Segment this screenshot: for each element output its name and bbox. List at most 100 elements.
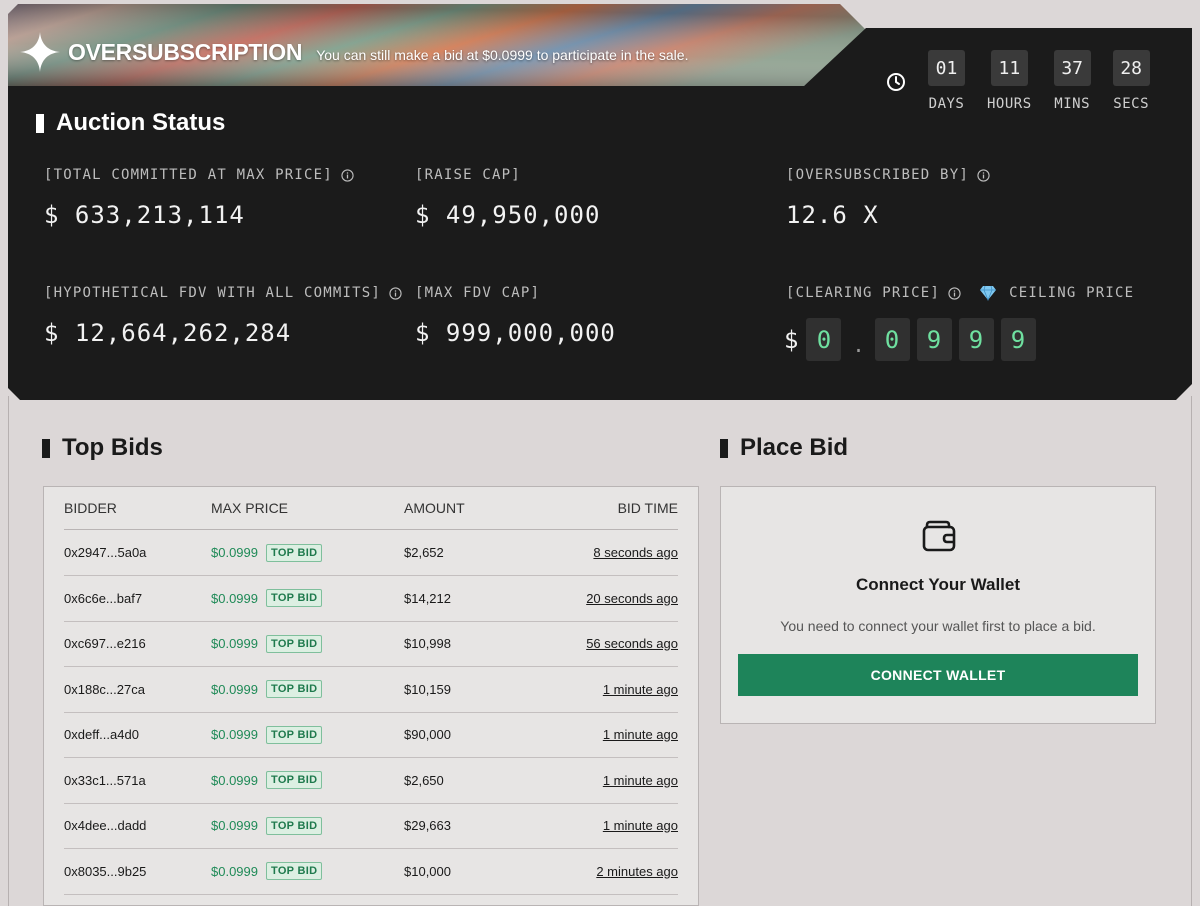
clearing-price-decimal-point: . xyxy=(852,332,865,357)
column-header-bid-time: BID TIME xyxy=(617,500,678,516)
top-bid-badge: TOP BID xyxy=(266,725,323,744)
ceiling-price-indicator: CEILING PRICE xyxy=(979,285,1134,301)
countdown-mins: 37 MINS xyxy=(1053,50,1091,112)
table-row: 0x4dee...dadd $0.0999 TOP BID $29,663 1 minu… xyxy=(64,803,678,849)
countdown-secs: 28 SECS xyxy=(1112,50,1150,112)
bidder-address: 0xdeff...a4d0 xyxy=(64,727,139,742)
max-price-value: $0.0999 xyxy=(211,681,258,697)
bid-time-link[interactable]: 56 seconds ago xyxy=(586,636,678,651)
raise-cap-label-text: [RAISE CAP] xyxy=(415,167,521,183)
table-header-row: BIDDER MAX PRICE AMOUNT BID TIME xyxy=(64,487,678,530)
heading-marker xyxy=(36,113,44,133)
total-committed-label: [TOTAL COMMITTED AT MAX PRICE] xyxy=(44,167,354,183)
countdown-hours: 11 HOURS xyxy=(987,50,1032,112)
max-price-cell: $0.0999 TOP BID xyxy=(211,667,323,712)
bidder-address: 0xc697...e216 xyxy=(64,636,146,651)
clearing-price-currency: $ xyxy=(784,325,799,354)
bid-time-link[interactable]: 1 minute ago xyxy=(603,727,678,742)
ceiling-price-label: CEILING PRICE xyxy=(1009,285,1135,301)
connect-wallet-button[interactable]: CONNECT WALLET xyxy=(738,654,1138,696)
top-bids-title: Top Bids xyxy=(62,434,163,461)
info-icon[interactable] xyxy=(948,286,961,300)
max-price-cell: $0.0999 TOP BID xyxy=(211,530,323,575)
info-icon[interactable] xyxy=(977,168,990,182)
info-icon[interactable] xyxy=(389,286,402,300)
bid-time-cell: 8 seconds ago xyxy=(593,530,678,575)
bid-amount: $2,652 xyxy=(404,545,444,560)
place-bid-title: Place Bid xyxy=(740,434,849,461)
bid-time-link[interactable]: 2 minutes ago xyxy=(596,864,678,879)
clock-icon xyxy=(887,73,905,91)
top-bid-badge: TOP BID xyxy=(266,543,323,562)
oversubscribed-value: 12.6 X xyxy=(786,201,879,229)
top-bid-badge: TOP BID xyxy=(266,634,323,653)
clearing-price-digit: 9 xyxy=(916,318,952,361)
clearing-price-digit: 9 xyxy=(1000,318,1036,361)
bid-amount: $29,663 xyxy=(404,818,451,833)
auction-status-heading: Auction Status xyxy=(36,109,225,137)
bid-time-cell: 1 minute ago xyxy=(603,667,678,712)
top-bid-badge: TOP BID xyxy=(266,862,323,880)
table-row: 0xdeff...a4d0 $0.0999 TOP BID $90,000 1 minu… xyxy=(64,712,678,758)
countdown-hours-label: HOURS xyxy=(987,96,1032,112)
countdown-hours-value: 11 xyxy=(990,50,1028,86)
bid-time-cell: 1 minute ago xyxy=(603,712,678,757)
countdown-days-value: 01 xyxy=(928,50,965,86)
countdown-mins-value: 37 xyxy=(1053,50,1091,86)
column-header-bidder: BIDDER xyxy=(64,500,117,516)
max-price-cell: $0.0999 TOP BID xyxy=(211,849,323,894)
connect-wallet-title: Connect Your Wallet xyxy=(855,575,1021,594)
bidder-address: 0x8035...9b25 xyxy=(64,863,147,879)
max-price-cell: $0.0999 TOP BID xyxy=(211,803,323,848)
total-committed-label-text: [TOTAL COMMITTED AT MAX PRICE] xyxy=(44,167,333,183)
bid-time-cell: 20 seconds ago xyxy=(586,576,678,621)
bid-amount: $2,650 xyxy=(404,772,444,788)
bid-amount: $10,998 xyxy=(404,636,451,651)
countdown-days-label: DAYS xyxy=(928,96,965,112)
bid-time-link[interactable]: 1 minute ago xyxy=(603,682,678,697)
top-bid-badge: TOP BID xyxy=(266,680,323,698)
bid-time-link[interactable]: 1 minute ago xyxy=(603,773,678,788)
heading-marker xyxy=(720,438,728,458)
oversubscription-banner: OVERSUBSCRIPTION You can still make a bi… xyxy=(20,30,688,74)
clearing-price-digit: 9 xyxy=(958,318,994,361)
sparkle-icon xyxy=(20,32,60,72)
max-price-value: $0.0999 xyxy=(211,727,258,742)
top-bids-heading: Top Bids xyxy=(42,434,163,462)
bid-amount: $90,000 xyxy=(404,727,451,742)
max-price-value: $0.0999 xyxy=(211,590,258,606)
bid-time-link[interactable]: 20 seconds ago xyxy=(586,591,678,606)
raise-cap-label: [RAISE CAP] xyxy=(415,167,521,183)
table-row: 0x33c1...571a $0.0999 TOP BID $2,650 1 minut… xyxy=(64,758,678,804)
info-icon[interactable] xyxy=(341,168,354,182)
bidder-address: 0x188c...27ca xyxy=(64,681,145,697)
bidder-address: 0x33c1...571a xyxy=(64,772,146,788)
countdown-timer: 01 DAYS 11 HOURS 37 MINS 28 SECS xyxy=(886,50,1150,112)
max-fdv-label: [MAX FDV CAP] xyxy=(415,285,540,301)
bidder-address: 0x6c6e...baf7 xyxy=(64,590,143,606)
bid-time-cell: 2 minutes ago xyxy=(596,849,678,894)
diamond-icon xyxy=(980,285,997,301)
table-row: 0xc697...e216 $0.0999 TOP BID $10,998 56 sec… xyxy=(64,621,678,667)
top-bid-badge: TOP BID xyxy=(266,771,323,789)
max-price-cell: $0.0999 TOP BID xyxy=(211,576,323,621)
top-bids-table: BIDDER MAX PRICE AMOUNT BID TIME 0x2947.… xyxy=(43,486,699,906)
clearing-price-label: [CLEARING PRICE] CEILING PRICE xyxy=(786,285,1134,301)
max-price-value: $0.0999 xyxy=(211,772,258,788)
table-row: 0x8035...9b25 $0.0999 TOP BID $10,000 2 minu… xyxy=(64,849,678,895)
bid-time-link[interactable]: 8 seconds ago xyxy=(593,545,678,560)
bidder-address: 0x2947...5a0a xyxy=(64,545,147,560)
bid-time-link[interactable]: 1 minute ago xyxy=(603,818,678,833)
countdown-secs-value: 28 xyxy=(1112,50,1150,86)
column-header-max-price: MAX PRICE xyxy=(211,500,289,516)
clearing-price-display: $ 0 . 0 9 9 9 xyxy=(784,318,1043,361)
oversubscribed-label-text: [OVERSUBSCRIBED BY] xyxy=(786,167,969,183)
connect-wallet-message: You need to connect your wallet first to… xyxy=(780,618,1096,634)
hypothetical-fdv-label: [HYPOTHETICAL FDV WITH ALL COMMITS] xyxy=(44,285,402,301)
table-row: 0x2947...5a0a $0.0999 TOP BID $2,652 8 secon… xyxy=(64,530,678,576)
raise-cap-value: $ 49,950,000 xyxy=(415,201,601,229)
hypothetical-fdv-label-text: [HYPOTHETICAL FDV WITH ALL COMMITS] xyxy=(44,285,382,301)
hypothetical-fdv-value: $ 12,664,262,284 xyxy=(44,319,292,347)
clearing-price-digit: 0 xyxy=(874,318,910,361)
bid-time-cell: 1 minute ago xyxy=(603,803,678,848)
